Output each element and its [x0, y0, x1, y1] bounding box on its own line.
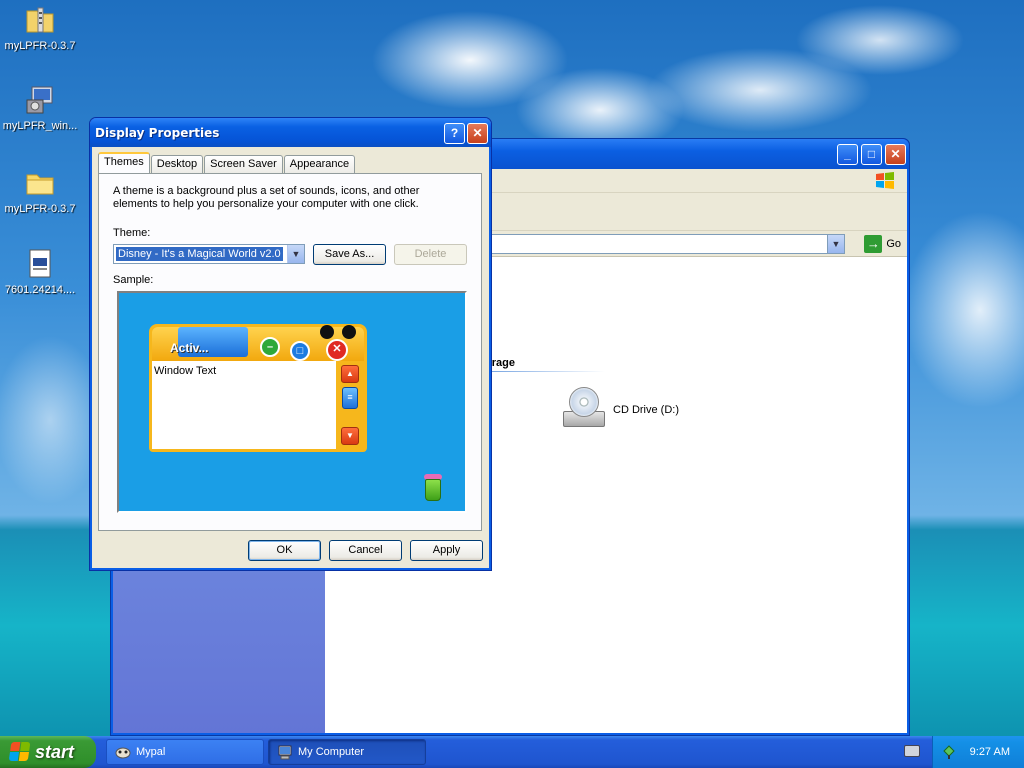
- save-as-button[interactable]: Save As...: [313, 244, 386, 265]
- network-icon[interactable]: [941, 744, 957, 760]
- chevron-down-icon[interactable]: ▼: [287, 245, 304, 263]
- group-divider: [485, 371, 605, 372]
- tab-screen-saver[interactable]: Screen Saver: [204, 155, 283, 173]
- mouse-ears-icon: [318, 325, 358, 339]
- system-tray: 9:27 AM: [932, 736, 1024, 768]
- desktop-icon-label: myLPFR-0.3.7: [4, 40, 76, 52]
- dialog-close-button[interactable]: ✕: [467, 123, 488, 144]
- delete-button[interactable]: Delete: [394, 244, 467, 265]
- desktop-icon-mylpfr-installer[interactable]: myLPFR_win...: [0, 84, 80, 132]
- help-button[interactable]: ?: [444, 123, 465, 144]
- taskbar: start Mypal My Computer 9:27 AM: [0, 736, 1024, 768]
- scroll-down-icon: ▼: [341, 427, 359, 445]
- tab-themes[interactable]: Themes: [98, 152, 150, 173]
- keyboard-icon[interactable]: [904, 745, 920, 757]
- display-properties-dialog[interactable]: Display Properties ? ✕ Themes Desktop Sc…: [89, 117, 492, 571]
- dialog-body: Themes Desktop Screen Saver Appearance A…: [93, 147, 488, 567]
- tab-desktop[interactable]: Desktop: [150, 155, 204, 173]
- help-icon: ?: [450, 126, 459, 140]
- desktop-icon-7601-file[interactable]: 7601.24214....: [0, 248, 80, 296]
- sample-client-area: Window Text: [152, 361, 338, 449]
- tab-strip: Themes Desktop Screen Saver Appearance: [98, 152, 356, 173]
- desktop-icon-label: myLPFR_win...: [2, 120, 78, 132]
- desktop-icon-mylpfr-zip[interactable]: myLPFR-0.3.7: [0, 4, 80, 52]
- cd-drive-label: CD Drive (D:): [613, 404, 679, 416]
- scroll-thumb-icon: ≡: [342, 387, 358, 409]
- tab-appearance[interactable]: Appearance: [283, 155, 356, 173]
- desktop-icon-mylpfr-folder[interactable]: myLPFR-0.3.7: [0, 167, 80, 215]
- go-button[interactable]: → Go: [864, 234, 901, 254]
- sample-window: Activ... – □ ✕ Window Text ▲ ≡ ▼: [149, 324, 367, 452]
- dialog-titlebar[interactable]: Display Properties ? ✕: [90, 118, 491, 147]
- close-icon: ✕: [472, 126, 483, 140]
- taskbar-item-label: My Computer: [298, 746, 365, 758]
- sample-label: Sample:: [113, 274, 154, 286]
- desktop-icon-label: 7601.24214....: [4, 284, 76, 296]
- minimize-button[interactable]: _: [837, 144, 858, 165]
- recycle-bin-icon: [421, 473, 445, 503]
- cd-drive-item[interactable]: CD Drive (D:): [561, 387, 679, 433]
- sample-window-text: Window Text: [154, 365, 217, 377]
- my-computer-icon: [277, 744, 293, 760]
- minimize-icon: _: [844, 147, 851, 161]
- windows-flag-icon: [8, 742, 32, 762]
- taskbar-item-label: Mypal: [136, 746, 166, 758]
- mypal-icon: [115, 744, 131, 760]
- windows-logo-icon: [867, 169, 903, 193]
- document-icon: [24, 248, 56, 280]
- theme-label: Theme:: [113, 227, 151, 239]
- close-icon: ✕: [890, 147, 901, 161]
- sample-window-title: Activ...: [170, 341, 209, 355]
- start-button[interactable]: start: [0, 736, 96, 768]
- themes-panel: A theme is a background plus a set of so…: [98, 173, 482, 531]
- cd-drive-icon: [561, 387, 607, 433]
- theme-select[interactable]: Disney - It's a Magical World v2.0 ▼: [113, 244, 305, 264]
- dialog-title: Display Properties: [95, 126, 220, 140]
- maximize-button[interactable]: □: [861, 144, 882, 165]
- ok-button[interactable]: OK: [248, 540, 321, 561]
- desktop-icon-label: myLPFR-0.3.7: [4, 203, 76, 215]
- sample-minimize-icon: –: [260, 337, 280, 357]
- installer-icon: [24, 84, 56, 116]
- go-arrow-icon: →: [864, 235, 883, 253]
- start-label: start: [35, 741, 75, 762]
- desktop: myLPFR-0.3.7 myLPFR_win... myLPFR-0.3.7 …: [0, 0, 1024, 736]
- theme-select-value: Disney - It's a Magical World v2.0: [116, 247, 283, 261]
- apply-button[interactable]: Apply: [410, 540, 483, 561]
- taskbar-item-my-computer[interactable]: My Computer: [268, 739, 426, 765]
- folder-icon: [24, 167, 56, 199]
- sample-maximize-icon: □: [290, 341, 310, 361]
- sample-titlebar: Activ... – □ ✕: [152, 325, 364, 361]
- theme-description: A theme is a background plus a set of so…: [113, 185, 420, 210]
- close-button[interactable]: ✕: [885, 144, 906, 165]
- cancel-button[interactable]: Cancel: [329, 540, 402, 561]
- zip-folder-icon: [24, 4, 56, 36]
- go-label: Go: [886, 238, 901, 250]
- clock[interactable]: 9:27 AM: [970, 746, 1010, 758]
- taskbar-item-mypal[interactable]: Mypal: [106, 739, 264, 765]
- sample-close-icon: ✕: [326, 339, 348, 361]
- chevron-down-icon[interactable]: ▼: [827, 235, 844, 253]
- maximize-icon: □: [867, 147, 876, 161]
- sample-scrollbar: ▲ ≡ ▼: [336, 361, 364, 449]
- scroll-up-icon: ▲: [341, 365, 359, 383]
- address-input[interactable]: ▼: [473, 234, 845, 254]
- theme-sample-preview: Activ... – □ ✕ Window Text ▲ ≡ ▼: [117, 291, 467, 513]
